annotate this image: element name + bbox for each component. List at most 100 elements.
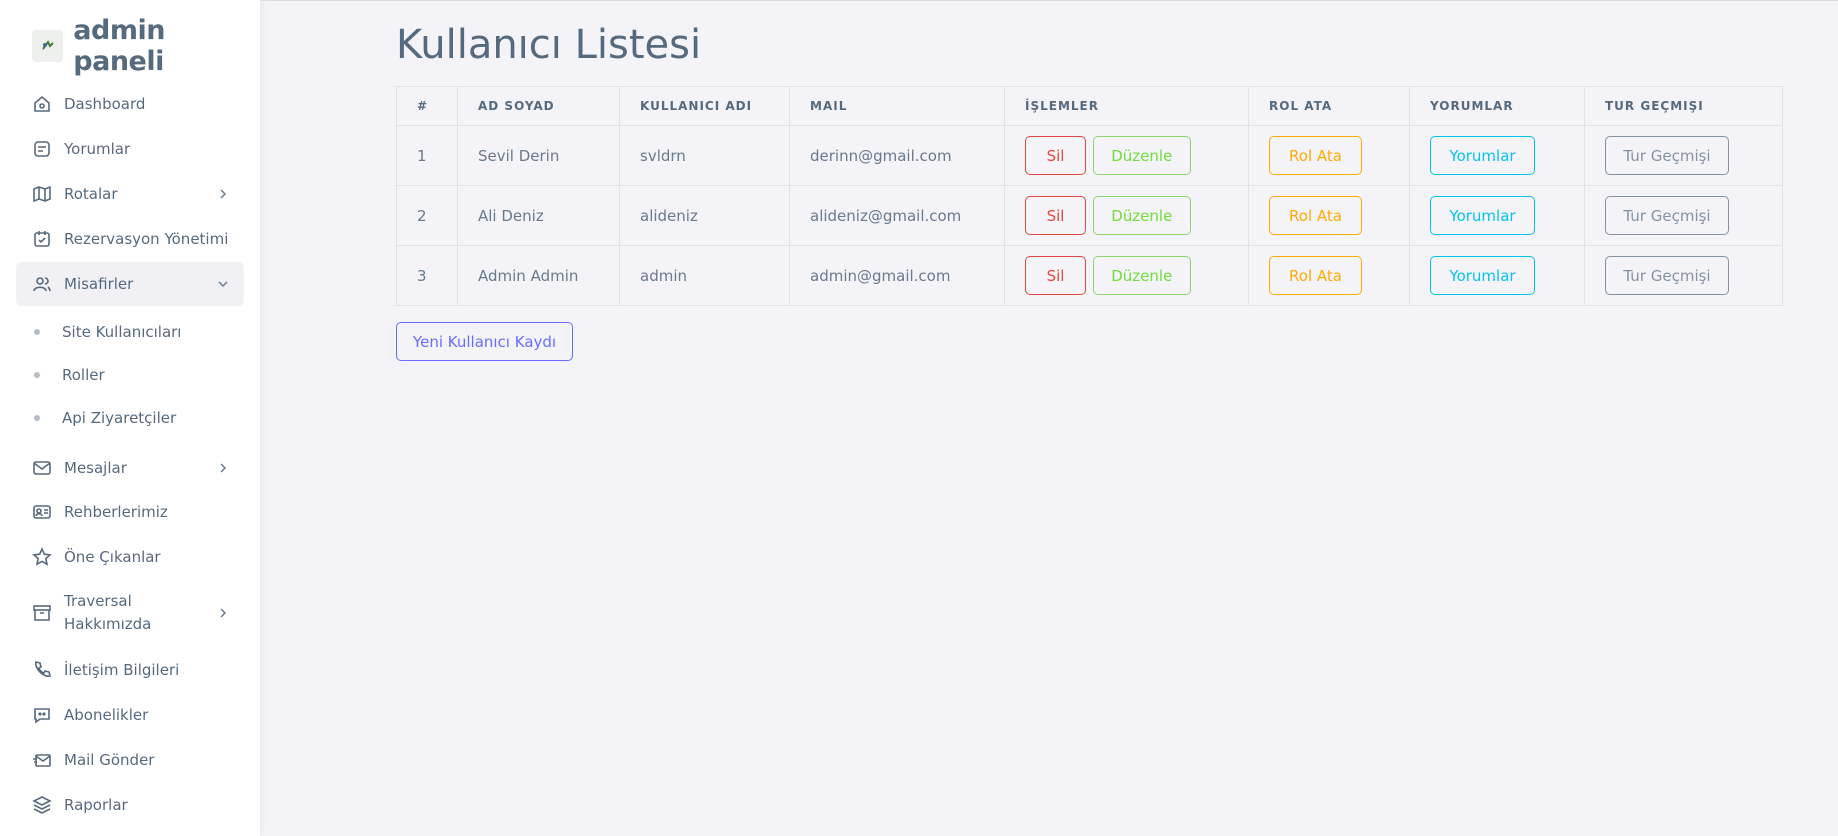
sidebar-item-abonelikler[interactable]: Abonelikler [16, 703, 244, 727]
edit-button[interactable]: Düzenle [1092, 196, 1191, 235]
top-divider [260, 0, 1838, 1]
chevron-down-icon [216, 277, 230, 291]
users-table: # AD SOYAD KULLANICI ADI MAIL İŞLEMLER R… [396, 86, 1783, 306]
sidebar-item-label-line2: Hakkımızda [64, 615, 152, 633]
sidebar-item-dashboard[interactable]: Dashboard [16, 92, 244, 116]
cell-username: alideniz [619, 185, 790, 246]
comments-button[interactable]: Yorumlar [1430, 136, 1535, 175]
cell-id: 3 [396, 245, 458, 306]
column-header: TUR GEÇMIŞI [1584, 86, 1783, 126]
map-icon [32, 184, 52, 204]
sidebar-item-rezervasyon[interactable]: Rezervasyon Yönetimi [16, 227, 244, 251]
assign-role-button[interactable]: Rol Ata [1269, 256, 1362, 295]
cell-comments: Yorumlar [1409, 185, 1585, 246]
edit-button[interactable]: Düzenle [1092, 256, 1191, 295]
sidebar-subitem-label: Api Ziyaretçiler [62, 409, 177, 427]
cell-comments: Yorumlar [1409, 245, 1585, 306]
archive-icon [32, 603, 52, 623]
sidebar-subitem-api-ziyaretciler[interactable]: Api Ziyaretçiler [34, 408, 176, 428]
star-icon [32, 547, 52, 567]
sidebar-item-label: Mesajlar [64, 459, 127, 477]
sidebar-item-label: Rehberlerimiz [64, 503, 168, 521]
cell-name: Admin Admin [457, 245, 620, 306]
sidebar-item-label: Öne Çıkanlar [64, 548, 161, 566]
column-header: # [396, 86, 458, 126]
cell-id: 2 [396, 185, 458, 246]
sidebar-item-rehberlerimiz[interactable]: Rehberlerimiz [16, 500, 244, 524]
brand-logo [32, 30, 64, 62]
cell-actions: Sil Düzenle [1004, 245, 1249, 306]
brand[interactable]: admin paneli [32, 15, 260, 77]
table-row: 1 Sevil Derin svldrn derinn@gmail.com Si… [396, 125, 1783, 186]
brand-name: admin paneli [73, 15, 165, 77]
column-header: İŞLEMLER [1004, 86, 1249, 126]
send-mail-icon [32, 750, 52, 770]
comment-icon [32, 139, 52, 159]
sidebar-item-rotalar[interactable]: Rotalar [16, 182, 244, 206]
phone-icon [32, 660, 52, 680]
tour-history-button[interactable]: Tur Geçmişi [1605, 136, 1729, 175]
sidebar-item-raporlar[interactable]: Raporlar [16, 793, 244, 817]
assign-role-button[interactable]: Rol Ata [1269, 196, 1362, 235]
column-header: AD SOYAD [457, 86, 620, 126]
sidebar-item-label: İletişim Bilgileri [64, 661, 180, 679]
tour-history-button[interactable]: Tur Geçmişi [1605, 196, 1729, 235]
mail-icon [32, 458, 52, 478]
assign-role-button[interactable]: Rol Ata [1269, 136, 1362, 175]
sidebar-subitem-roller[interactable]: Roller [34, 365, 105, 385]
sidebar-subitem-label: Site Kullanıcıları [62, 323, 182, 341]
new-user-button[interactable]: Yeni Kullanıcı Kaydı [396, 322, 573, 361]
cell-mail: admin@gmail.com [789, 245, 1005, 306]
comments-button[interactable]: Yorumlar [1430, 256, 1535, 295]
table-row: 3 Admin Admin admin admin@gmail.com Sil … [396, 245, 1783, 306]
cell-role: Rol Ata [1248, 245, 1410, 306]
sidebar-item-label: Rotalar [64, 185, 118, 203]
table-row: 2 Ali Deniz alideniz alideniz@gmail.com … [396, 185, 1783, 246]
column-header: YORUMLAR [1409, 86, 1585, 126]
cell-tour-history: Tur Geçmişi [1584, 125, 1783, 186]
bullet-dot [34, 329, 40, 335]
edit-button[interactable]: Düzenle [1092, 136, 1191, 175]
cell-id: 1 [396, 125, 458, 186]
table-header-row: # AD SOYAD KULLANICI ADI MAIL İŞLEMLER R… [396, 86, 1783, 126]
sidebar-item-mesajlar[interactable]: Mesajlar [16, 456, 244, 480]
sidebar: admin paneli Dashboard Yorumlar Rotalar … [0, 0, 260, 836]
bullet-dot [34, 372, 40, 378]
sidebar-item-misafirler[interactable]: Misafirler [16, 262, 244, 306]
cell-role: Rol Ata [1248, 125, 1410, 186]
cell-mail: derinn@gmail.com [789, 125, 1005, 186]
sidebar-item-mail-gonder[interactable]: Mail Gönder [16, 748, 244, 772]
chevron-right-icon [216, 606, 230, 620]
sidebar-item-label: Traversal [64, 592, 132, 610]
sidebar-item-iletisim-bilgileri[interactable]: İletişim Bilgileri [16, 658, 244, 682]
delete-button[interactable]: Sil [1025, 196, 1086, 235]
cell-mail: alideniz@gmail.com [789, 185, 1005, 246]
sidebar-item-label: Abonelikler [64, 706, 149, 724]
cell-username: admin [619, 245, 790, 306]
cell-name: Ali Deniz [457, 185, 620, 246]
bullet-dot [34, 415, 40, 421]
delete-button[interactable]: Sil [1025, 136, 1086, 175]
cell-actions: Sil Düzenle [1004, 185, 1249, 246]
tour-history-button[interactable]: Tur Geçmişi [1605, 256, 1729, 295]
delete-button[interactable]: Sil [1025, 256, 1086, 295]
sidebar-item-traversal-hakkimizda[interactable]: Traversal Hakkımızda [16, 590, 244, 636]
sidebar-item-label: Rezervasyon Yönetimi [64, 230, 229, 248]
sidebar-subitem-site-kullanicilari[interactable]: Site Kullanıcıları [34, 322, 181, 342]
column-header: KULLANICI ADI [619, 86, 790, 126]
chevron-right-icon [216, 187, 230, 201]
sidebar-item-label: Misafirler [64, 275, 134, 293]
sidebar-item-one-cikanlar[interactable]: Öne Çıkanlar [16, 545, 244, 569]
sidebar-subitem-label: Roller [62, 366, 105, 384]
sidebar-item-label: Dashboard [64, 95, 146, 113]
cell-actions: Sil Düzenle [1004, 125, 1249, 186]
sidebar-item-label: Mail Gönder [64, 751, 155, 769]
cell-name: Sevil Derin [457, 125, 620, 186]
column-header: ROL ATA [1248, 86, 1410, 126]
column-header: MAIL [789, 86, 1005, 126]
layers-icon [32, 795, 52, 815]
comments-button[interactable]: Yorumlar [1430, 196, 1535, 235]
cell-comments: Yorumlar [1409, 125, 1585, 186]
sidebar-item-yorumlar[interactable]: Yorumlar [16, 137, 244, 161]
sidebar-item-label-group: Traversal Hakkımızda [64, 590, 151, 636]
